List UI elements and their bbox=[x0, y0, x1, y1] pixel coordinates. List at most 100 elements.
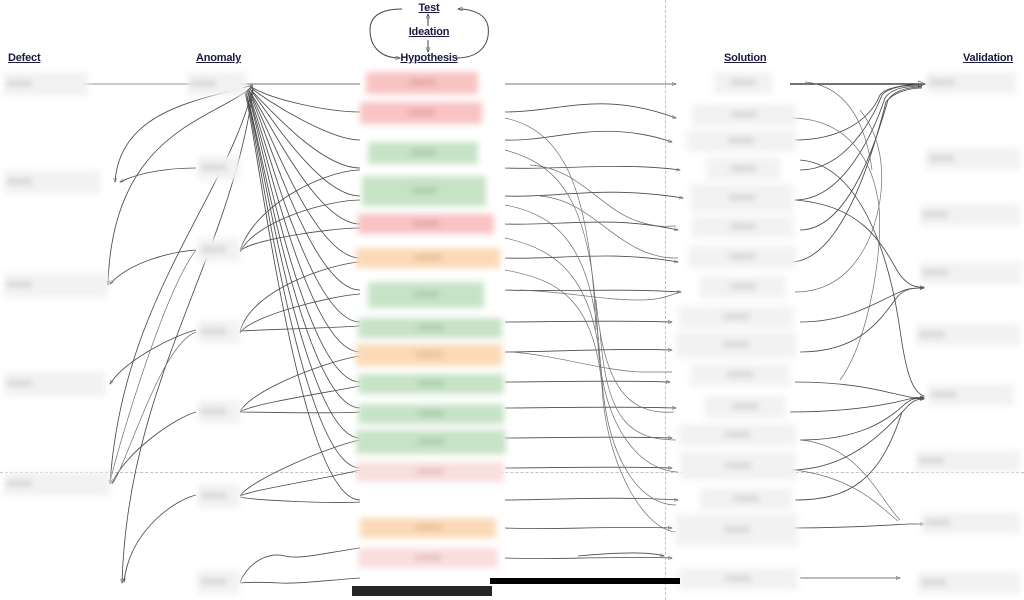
hypothesis-node[interactable]: [redacted] bbox=[362, 176, 486, 206]
node-label: [redacted] bbox=[730, 165, 756, 172]
node-label: [redacted] bbox=[410, 149, 436, 156]
hypothesis-node[interactable]: [redacted] bbox=[356, 430, 506, 454]
solution-node[interactable]: [redacted] bbox=[678, 306, 794, 328]
hypothesis-node[interactable]: [redacted] bbox=[358, 318, 502, 338]
hypothesis-node[interactable]: [redacted] bbox=[356, 462, 504, 482]
hypothesis-node[interactable]: [redacted] bbox=[368, 142, 478, 164]
hypothesis-node[interactable]: [redacted] bbox=[360, 102, 482, 124]
node-label: [redacted] bbox=[725, 575, 751, 582]
hypothesis-node[interactable]: [redacted] bbox=[356, 344, 502, 366]
node-label: [redacted] bbox=[724, 431, 750, 438]
defect-node[interactable]: [redacted] bbox=[4, 372, 106, 396]
node-label: [redacted] bbox=[919, 457, 944, 464]
column-header-defect: Defect bbox=[8, 52, 41, 64]
node-label: [redacted] bbox=[201, 328, 226, 335]
column-header-solution: Solution bbox=[724, 52, 767, 64]
column-header-validation: Validation bbox=[963, 52, 1013, 64]
cycle-node-ideation[interactable]: Ideation bbox=[396, 26, 462, 38]
bottom-black-bar bbox=[490, 578, 680, 584]
defect-node[interactable]: [redacted] bbox=[4, 72, 88, 96]
node-label: [redacted] bbox=[418, 438, 444, 445]
validation-node[interactable]: [redacted] bbox=[916, 450, 1020, 472]
solution-node[interactable]: [redacted] bbox=[678, 568, 798, 590]
defect-node[interactable]: [redacted] bbox=[4, 273, 108, 297]
solution-node[interactable]: [redacted] bbox=[706, 158, 780, 180]
node-label: [redacted] bbox=[201, 492, 226, 499]
node-label: [redacted] bbox=[415, 254, 441, 261]
node-label: [redacted] bbox=[413, 291, 439, 298]
validation-node[interactable]: [redacted] bbox=[922, 512, 1020, 534]
validation-node[interactable]: [redacted] bbox=[918, 572, 1020, 594]
column-header-anomaly: Anomaly bbox=[196, 52, 242, 64]
hypothesis-node[interactable]: [redacted] bbox=[358, 404, 504, 424]
solution-node[interactable]: [redacted] bbox=[692, 216, 794, 238]
node-label: [redacted] bbox=[201, 164, 226, 171]
solution-node[interactable]: [redacted] bbox=[690, 184, 794, 212]
hypothesis-node[interactable]: [redacted] bbox=[360, 518, 496, 538]
hypothesis-node[interactable]: [redacted] bbox=[356, 248, 500, 268]
anomaly-node[interactable]: [redacted] bbox=[198, 238, 240, 262]
anomaly-node[interactable]: [redacted] bbox=[198, 484, 240, 508]
anomaly-node[interactable]: [redacted] bbox=[198, 156, 240, 180]
defect-node[interactable]: [redacted] bbox=[4, 170, 100, 194]
anomaly-node[interactable]: [redacted] bbox=[198, 570, 240, 594]
node-label: [redacted] bbox=[7, 281, 32, 288]
edge-layer bbox=[0, 0, 1024, 584]
validation-node[interactable]: [redacted] bbox=[926, 148, 1020, 170]
node-label: [redacted] bbox=[7, 178, 32, 185]
node-label: [redacted] bbox=[201, 246, 226, 253]
validation-node[interactable]: [redacted] bbox=[928, 384, 1014, 406]
validation-node[interactable]: [redacted] bbox=[920, 204, 1020, 226]
solution-node[interactable]: [redacted] bbox=[688, 246, 796, 268]
diagram-canvas: Test Ideation Hypothesis Defect Anomaly … bbox=[0, 0, 1024, 600]
solution-node[interactable]: [redacted] bbox=[692, 104, 796, 126]
solution-node[interactable]: [redacted] bbox=[700, 488, 792, 510]
node-label: [redacted] bbox=[415, 554, 441, 561]
node-label: [redacted] bbox=[923, 211, 948, 218]
solution-node[interactable]: [redacted] bbox=[678, 424, 796, 446]
solution-node[interactable]: [redacted] bbox=[676, 332, 796, 358]
hypothesis-node[interactable]: [redacted] bbox=[368, 282, 484, 308]
node-label: [redacted] bbox=[723, 313, 749, 320]
node-label: [redacted] bbox=[730, 283, 756, 290]
solution-node[interactable]: [redacted] bbox=[680, 452, 796, 480]
node-label: [redacted] bbox=[408, 109, 434, 116]
hypothesis-node[interactable]: [redacted] bbox=[366, 72, 478, 94]
hypothesis-node[interactable]: [redacted] bbox=[358, 374, 504, 394]
node-label: [redacted] bbox=[729, 194, 755, 201]
cycle-node-hypothesis[interactable]: Hypothesis bbox=[392, 52, 466, 64]
node-label: [redacted] bbox=[925, 519, 950, 526]
node-label: [redacted] bbox=[733, 495, 759, 502]
anomaly-node[interactable]: [redacted] bbox=[198, 320, 240, 344]
node-label: [redacted] bbox=[723, 341, 749, 348]
solution-node[interactable]: [redacted] bbox=[704, 396, 786, 418]
solution-node[interactable]: [redacted] bbox=[690, 364, 790, 386]
node-label: [redacted] bbox=[413, 220, 439, 227]
cycle-node-test[interactable]: Test bbox=[404, 2, 454, 14]
node-label: [redacted] bbox=[921, 579, 946, 586]
node-label: [redacted] bbox=[411, 187, 437, 194]
node-label: [redacted] bbox=[919, 331, 944, 338]
node-label: [redacted] bbox=[730, 223, 756, 230]
validation-node[interactable]: [redacted] bbox=[920, 262, 1022, 284]
node-label: [redacted] bbox=[7, 80, 32, 87]
solution-node[interactable]: [redacted] bbox=[714, 72, 772, 94]
node-label: [redacted] bbox=[727, 371, 753, 378]
validation-node[interactable]: [redacted] bbox=[916, 324, 1020, 346]
defect-node[interactable]: [redacted] bbox=[4, 472, 110, 496]
node-label: [redacted] bbox=[728, 137, 754, 144]
node-label: [redacted] bbox=[725, 462, 751, 469]
solution-node[interactable]: [redacted] bbox=[686, 130, 796, 152]
node-label: [redacted] bbox=[929, 155, 954, 162]
hypothesis-node[interactable]: [redacted] bbox=[358, 214, 494, 234]
anomaly-node[interactable]: [redacted] bbox=[188, 72, 246, 96]
solution-node[interactable]: [redacted] bbox=[676, 514, 798, 546]
anomaly-node[interactable]: [redacted] bbox=[198, 400, 240, 424]
node-label: [redacted] bbox=[418, 410, 444, 417]
solution-node[interactable]: [redacted] bbox=[700, 276, 786, 298]
validation-node[interactable]: [redacted] bbox=[926, 72, 1016, 94]
hypothesis-node[interactable]: [redacted] bbox=[358, 548, 498, 568]
node-label: [redacted] bbox=[729, 253, 755, 260]
node-label: [redacted] bbox=[923, 269, 948, 276]
node-label: [redacted] bbox=[730, 79, 756, 86]
